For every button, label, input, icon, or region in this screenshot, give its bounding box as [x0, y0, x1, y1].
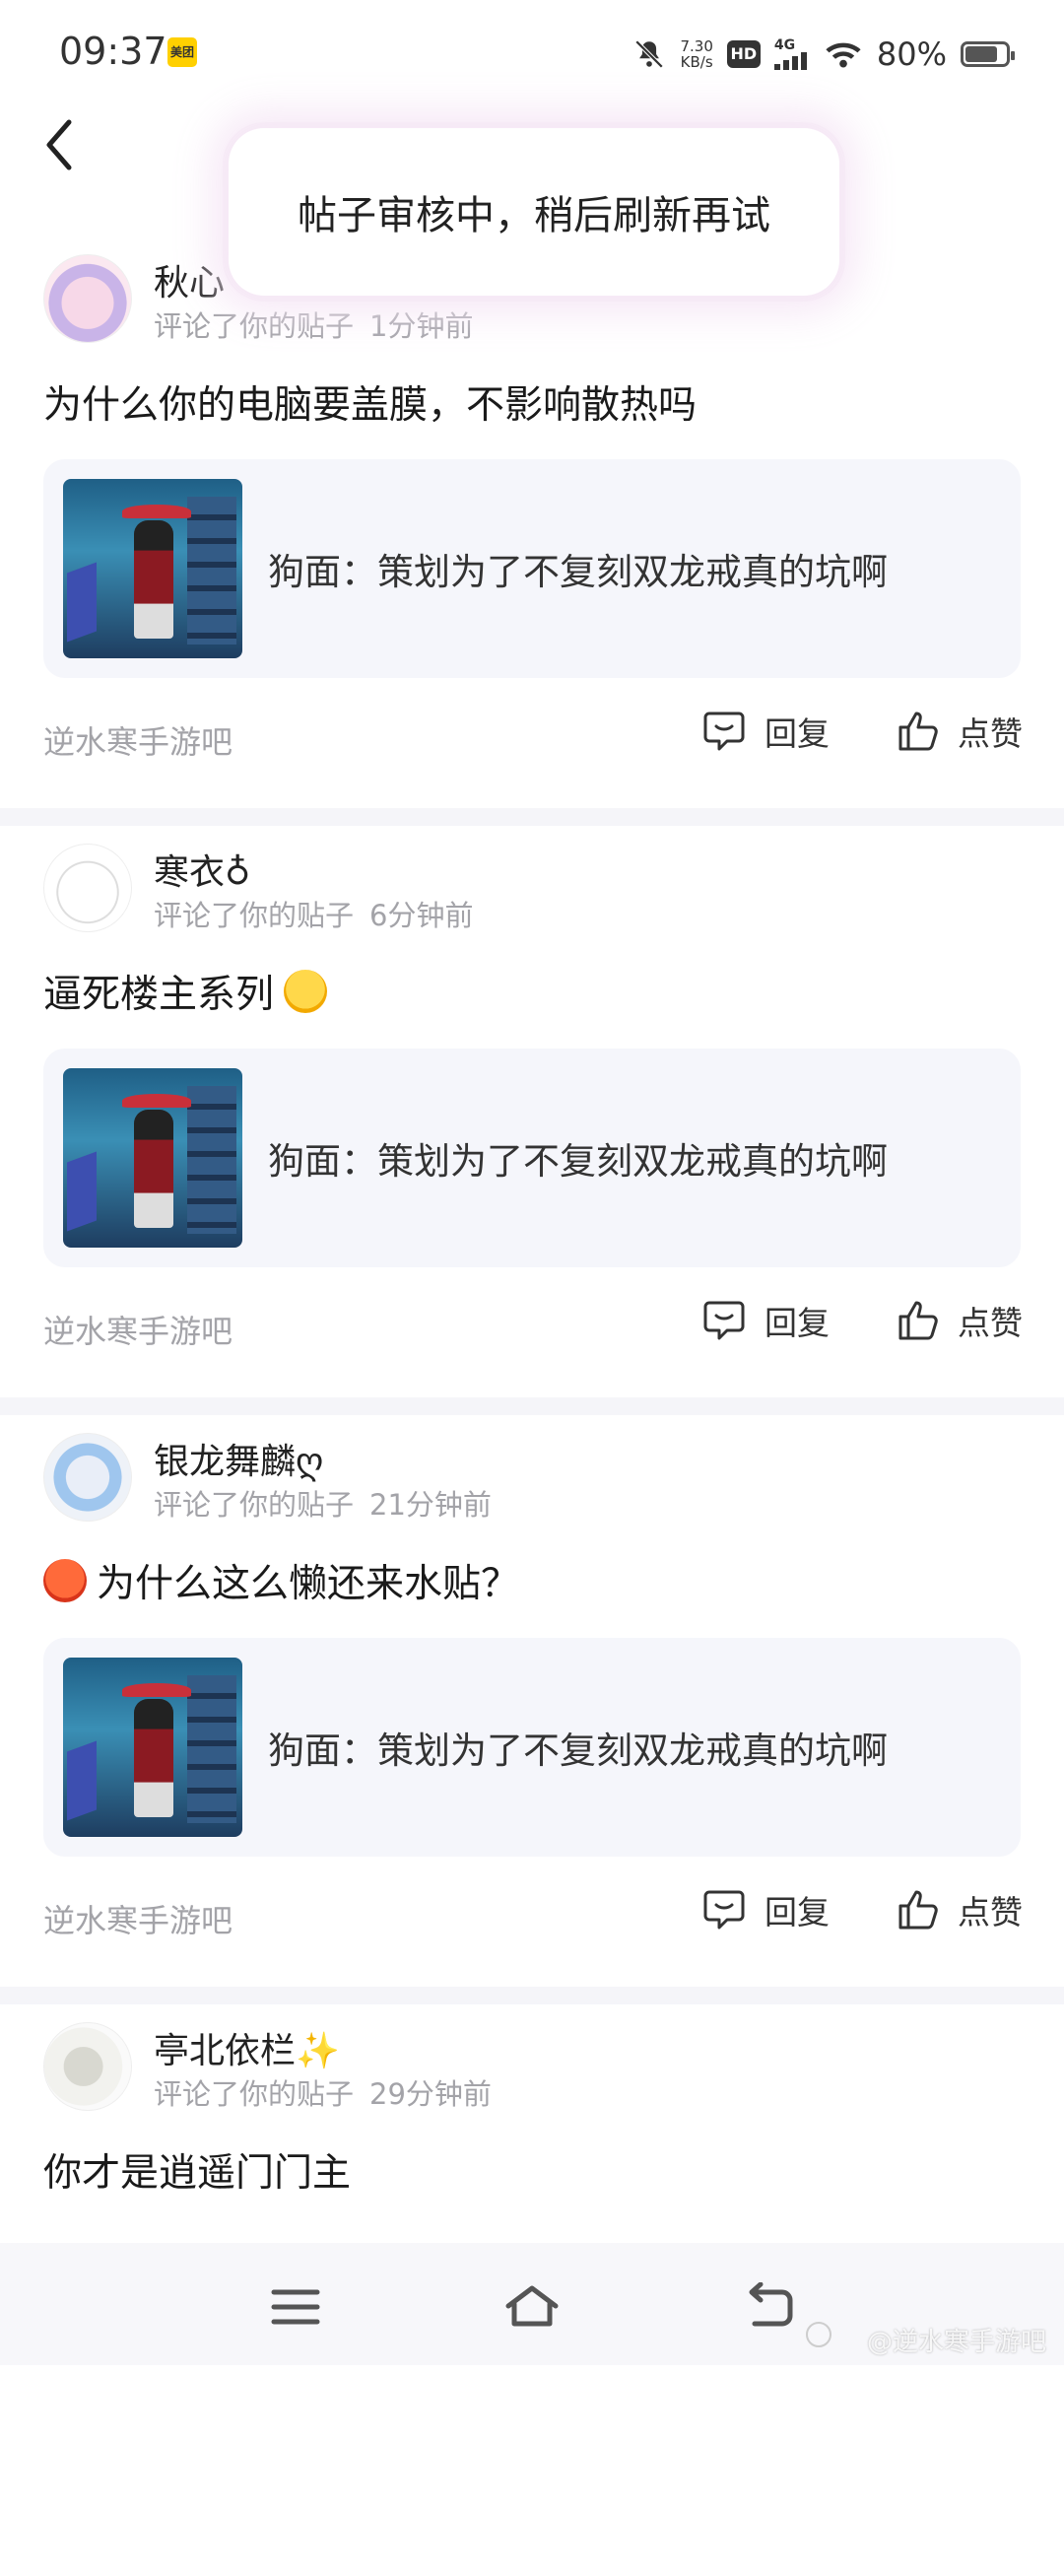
notification-meta: 评论了你的贴子 1分钟前	[154, 304, 473, 345]
username[interactable]: 亭北依栏✨	[154, 2022, 340, 2073]
notification-action: 评论了你的贴子	[154, 1488, 355, 1522]
laughing-emoji-icon	[284, 970, 328, 1013]
reply-label: 回复	[765, 1893, 830, 1932]
notification-meta: 评论了你的贴子 21分钟前	[154, 1482, 492, 1524]
notification-meta: 评论了你的贴子 6分钟前	[154, 893, 473, 934]
reply-label: 回复	[765, 714, 830, 753]
comment-content: 你才是逍遥门门主	[43, 2151, 352, 2196]
divider	[0, 808, 1064, 826]
post-thumbnail	[63, 1068, 242, 1248]
notification-action: 评论了你的贴子	[154, 899, 355, 932]
divider	[0, 1987, 1064, 2004]
mute-bell-icon	[635, 39, 664, 69]
reply-bubble-icon	[703, 712, 745, 751]
username[interactable]: 寒衣♁	[154, 844, 250, 895]
home-icon	[505, 2285, 559, 2327]
username[interactable]: 秋心	[154, 254, 225, 305]
notification-time: 1分钟前	[369, 309, 474, 343]
avatar[interactable]	[43, 2022, 132, 2111]
net-speed-value: 7.30	[680, 37, 713, 55]
menu-icon	[271, 2289, 320, 2325]
like-label: 点赞	[958, 1893, 1023, 1932]
notification-action: 评论了你的贴子	[154, 309, 355, 343]
thumbs-up-icon	[898, 1301, 938, 1340]
watermark: @逆水寒手游吧	[866, 2328, 1046, 2357]
notification-item[interactable]: 寒衣♁ 评论了你的贴子 6分钟前 逼死楼主系列 狗面：策划为了不复刻双龙戒真的坑啊…	[0, 826, 1064, 1397]
username[interactable]: 银龙舞麟ღ	[154, 1433, 323, 1484]
status-time: 09:37	[59, 30, 167, 73]
net-speed-unit: KB/s	[680, 53, 713, 71]
divider	[0, 1397, 1064, 1415]
reply-button[interactable]: 回复	[701, 1886, 830, 1933]
notification-time: 29分钟前	[369, 2077, 492, 2111]
reply-button[interactable]: 回复	[701, 708, 830, 755]
notification-time: 6分钟前	[369, 899, 474, 932]
avatar[interactable]	[43, 844, 132, 932]
return-arrow-icon	[749, 2281, 793, 2327]
post-thumbnail	[63, 1658, 242, 1837]
notification-meta: 评论了你的贴子 29分钟前	[154, 2071, 492, 2113]
referenced-post[interactable]: 狗面：策划为了不复刻双龙戒真的坑啊	[43, 1638, 1021, 1857]
comment-content: 逼死楼主系列	[43, 973, 275, 1017]
back-button[interactable]	[39, 110, 99, 189]
comment-content: 为什么你的电脑要盖膜，不影响散热吗	[43, 383, 698, 428]
review-toast: 帖子审核中，稍后刷新再试	[229, 128, 839, 296]
like-label: 点赞	[958, 714, 1023, 753]
forum-name[interactable]: 逆水寒手游吧	[43, 1307, 233, 1352]
recent-apps-button[interactable]	[266, 2282, 325, 2332]
watermark-icon	[806, 2322, 831, 2347]
comment-text: 为什么这么懒还来水贴？	[43, 1553, 519, 1608]
wifi-icon	[826, 42, 861, 68]
referenced-post[interactable]: 狗面：策划为了不复刻双龙戒真的坑啊	[43, 459, 1021, 678]
like-button[interactable]: 点赞	[897, 1886, 1023, 1933]
home-button[interactable]	[502, 2282, 562, 2332]
meituan-app-icon: 美团	[167, 37, 197, 67]
comment-content: 为什么这么懒还来水贴？	[97, 1562, 520, 1606]
cell-signal-icon: 4G	[773, 37, 810, 70]
system-nav-bar: @逆水寒手游吧	[0, 2243, 1064, 2365]
post-title: 狗面：策划为了不复刻双龙戒真的坑啊	[268, 551, 888, 593]
status-indicators: 7.30 KB/s HD 4G 80%	[632, 30, 1015, 79]
reply-label: 回复	[765, 1304, 830, 1342]
battery-icon	[961, 41, 1015, 67]
battery-percent: 80%	[876, 35, 947, 73]
reply-button[interactable]: 回复	[701, 1297, 830, 1344]
reply-bubble-icon	[703, 1890, 745, 1930]
avatar[interactable]	[43, 1433, 132, 1522]
comment-text: 你才是逍遥门门主	[43, 2142, 351, 2198]
forum-name[interactable]: 逆水寒手游吧	[43, 717, 233, 763]
like-button[interactable]: 点赞	[897, 708, 1023, 755]
network-type: 4G	[773, 37, 796, 53]
referenced-post[interactable]: 狗面：策划为了不复刻双龙戒真的坑啊	[43, 1049, 1021, 1267]
notification-time: 21分钟前	[369, 1488, 492, 1522]
angry-emoji-icon	[43, 1559, 87, 1602]
avatar[interactable]	[43, 254, 132, 343]
thumbs-up-icon	[898, 1890, 938, 1930]
forum-name[interactable]: 逆水寒手游吧	[43, 1896, 233, 1941]
reply-bubble-icon	[703, 1301, 745, 1340]
notification-item[interactable]: 秋心 评论了你的贴子 1分钟前 为什么你的电脑要盖膜，不影响散热吗 狗面：策划为了…	[0, 237, 1064, 808]
net-speed: 7.30 KB/s	[680, 38, 712, 70]
post-title: 狗面：策划为了不复刻双龙戒真的坑啊	[268, 1729, 888, 1772]
notification-action: 评论了你的贴子	[154, 2077, 355, 2111]
post-thumbnail	[63, 479, 242, 658]
chevron-left-icon	[46, 119, 72, 170]
status-bar: 09:37 美团 7.30 KB/s HD 4G 80%	[0, 0, 1064, 108]
hd-icon: HD	[726, 40, 761, 68]
like-label: 点赞	[958, 1304, 1023, 1342]
notification-item[interactable]: 银龙舞麟ღ 评论了你的贴子 21分钟前 为什么这么懒还来水贴？ 狗面：策划为了不复…	[0, 1415, 1064, 1987]
like-button[interactable]: 点赞	[897, 1297, 1023, 1344]
post-title: 狗面：策划为了不复刻双龙戒真的坑啊	[268, 1140, 888, 1183]
thumbs-up-icon	[898, 712, 938, 751]
comment-text: 逼死楼主系列	[43, 964, 328, 1019]
system-back-button[interactable]	[739, 2281, 798, 2332]
comment-text: 为什么你的电脑要盖膜，不影响散热吗	[43, 374, 697, 430]
notification-list: 秋心 评论了你的贴子 1分钟前 为什么你的电脑要盖膜，不影响散热吗 狗面：策划为了…	[0, 237, 1064, 2576]
